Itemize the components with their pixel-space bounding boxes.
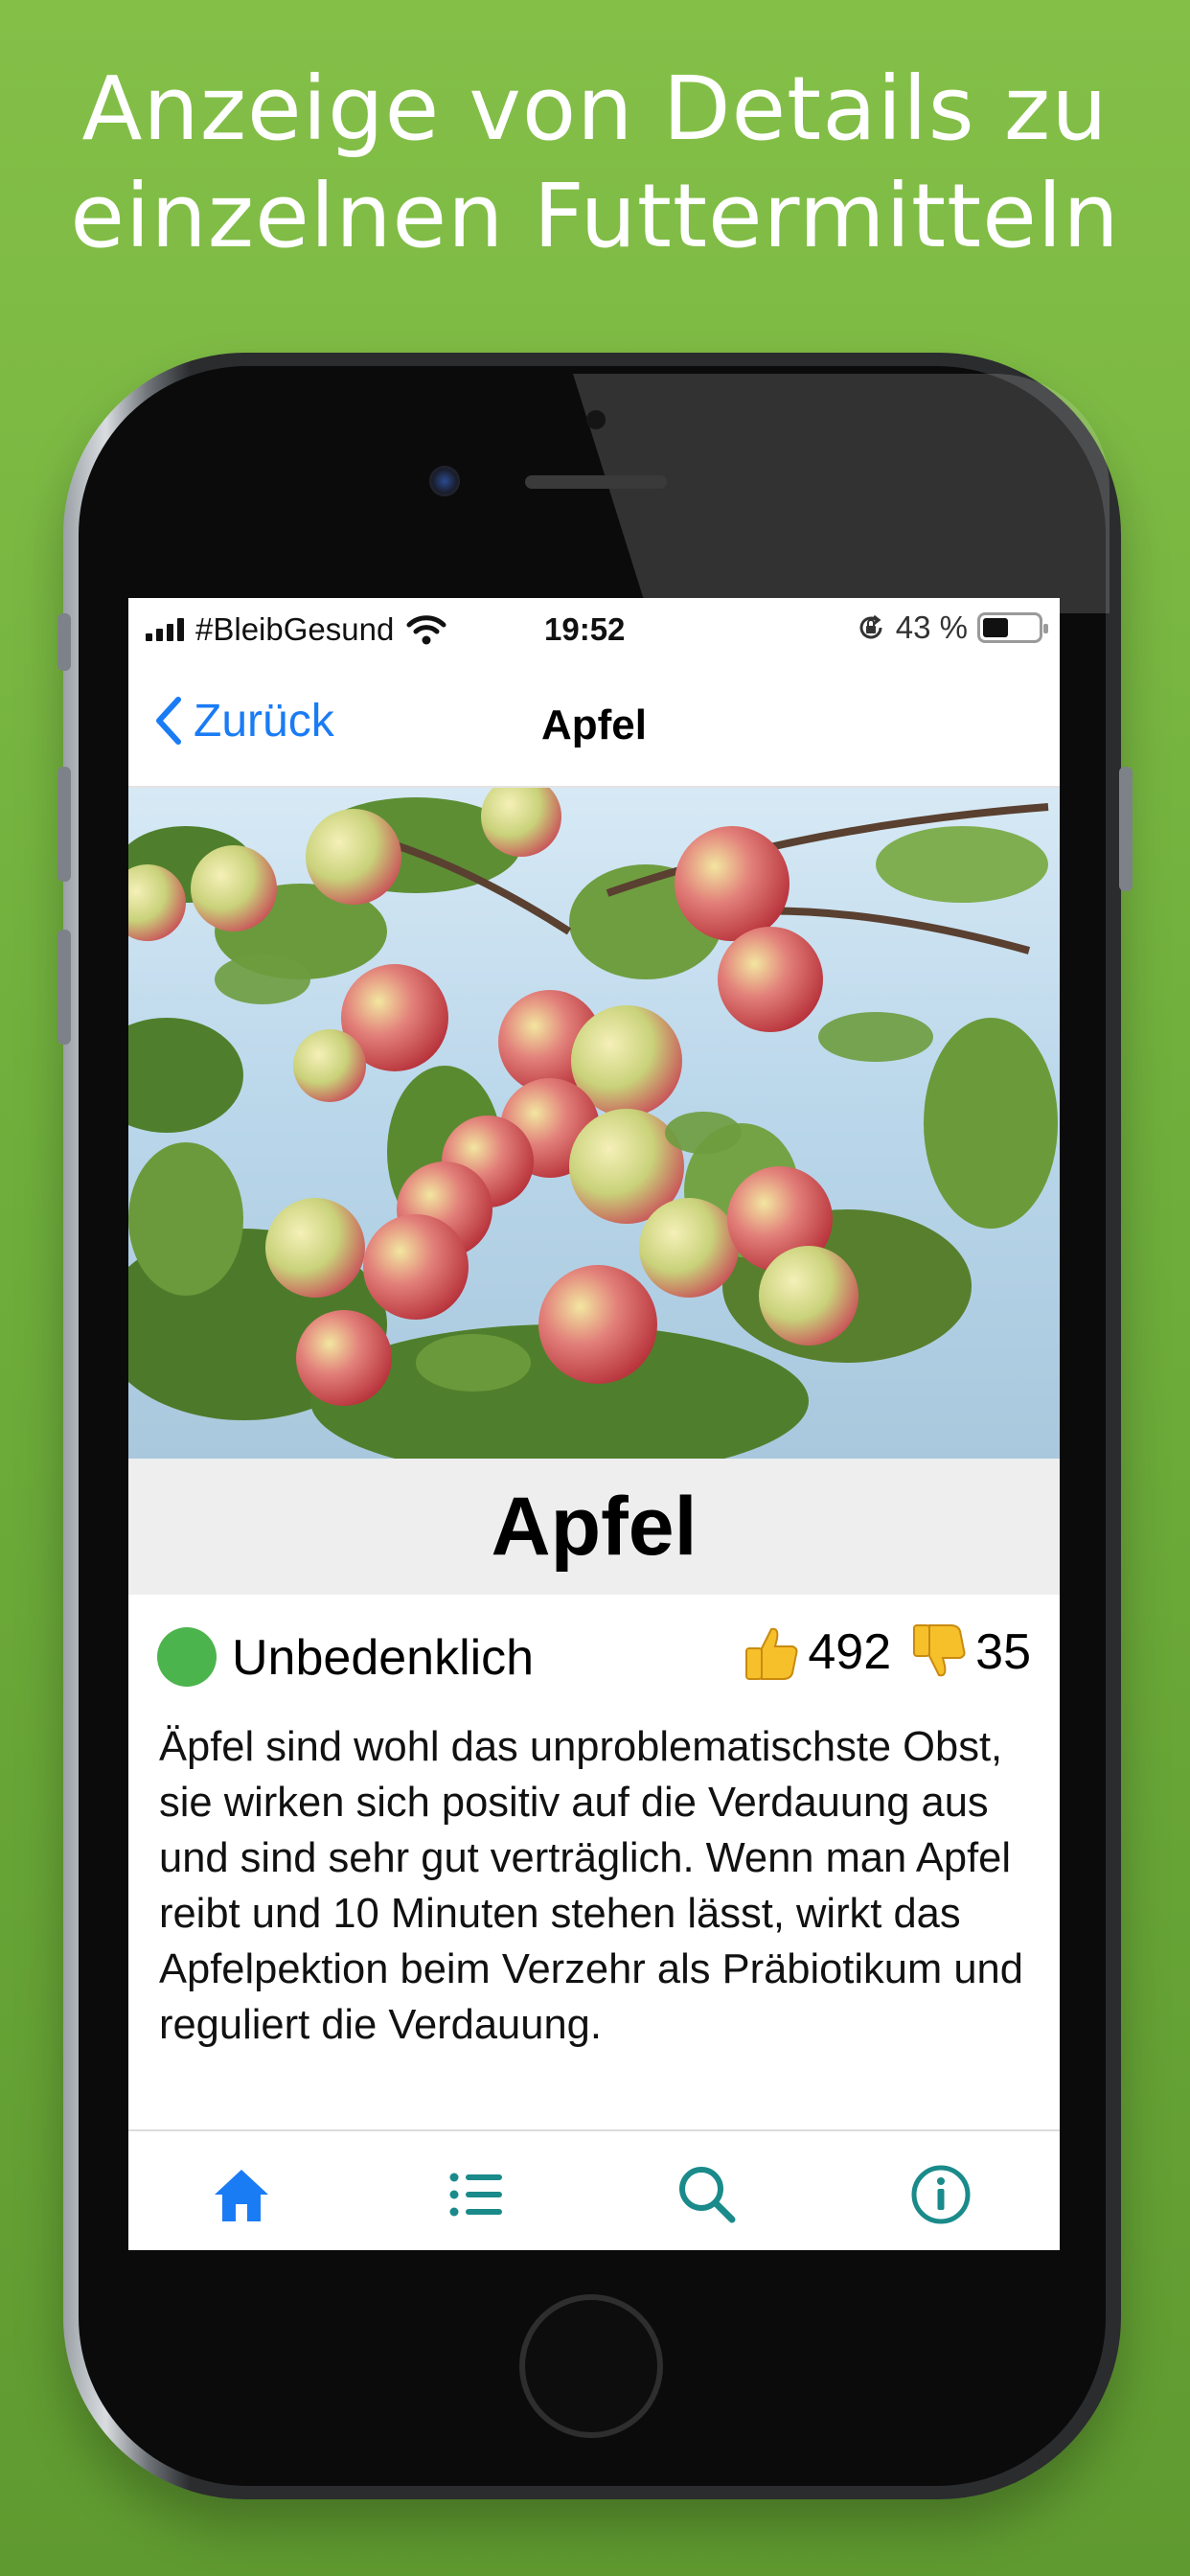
- volume-up-button: [57, 767, 71, 882]
- earpiece-speaker: [525, 475, 667, 489]
- thumbs-down-icon: [913, 1624, 966, 1677]
- tab-info[interactable]: [906, 2160, 975, 2229]
- rating-row: Unbedenklich 492 35: [128, 1595, 1060, 1710]
- food-title-bar: Apfel: [128, 1459, 1060, 1595]
- like-button[interactable]: 492: [741, 1622, 891, 1683]
- headline-line-1: Anzeige von Details zu: [81, 58, 1109, 160]
- navigation-bar: Zurück Apfel: [128, 661, 1060, 788]
- proximity-sensor: [586, 410, 606, 429]
- power-button: [1119, 767, 1133, 891]
- battery-percentage: 43 %: [895, 610, 968, 645]
- status-bar: #BleibGesund 19:52 43 %: [128, 598, 1060, 661]
- search-icon: [679, 2167, 736, 2223]
- apple-tree-illustration: [128, 788, 1058, 1459]
- signal-icon: [146, 618, 184, 641]
- tab-list[interactable]: [441, 2160, 510, 2229]
- front-camera: [429, 466, 460, 496]
- tab-search[interactable]: [673, 2160, 742, 2229]
- dislike-count: 35: [975, 1624, 1031, 1680]
- volume-down-button: [57, 930, 71, 1045]
- status-time: 19:52: [544, 611, 626, 647]
- tab-home[interactable]: [207, 2160, 276, 2229]
- food-name: Apfel: [491, 1481, 698, 1573]
- status-label: Unbedenklich: [232, 1630, 535, 1686]
- votes: 492 35: [741, 1622, 1031, 1683]
- screen-glare: [573, 374, 1110, 613]
- mute-switch: [57, 613, 71, 671]
- list-icon: [449, 2173, 502, 2217]
- food-image: [128, 788, 1060, 1459]
- home-button[interactable]: [519, 2294, 663, 2438]
- battery-icon: [977, 612, 1048, 643]
- orientation-lock-icon: [859, 614, 882, 639]
- app-screen: #BleibGesund 19:52 43 % Zurück Apfel Apf…: [128, 598, 1060, 2250]
- wifi-icon: [406, 615, 446, 645]
- promo-headline: Anzeige von Details zu einzelnen Futterm…: [0, 56, 1190, 270]
- like-count: 492: [808, 1624, 892, 1680]
- headline-line-2: einzelnen Futtermitteln: [70, 165, 1120, 267]
- thumbs-up-icon: [745, 1627, 798, 1680]
- dislike-button[interactable]: 35: [908, 1622, 1031, 1683]
- info-icon: [911, 2165, 971, 2224]
- carrier-name: #BleibGesund: [195, 611, 395, 647]
- tab-bar: [128, 2129, 1060, 2250]
- home-icon: [215, 2170, 268, 2221]
- status-indicator-dot: [157, 1627, 217, 1687]
- food-description: Äpfel sind wohl das unproblematischste O…: [159, 1724, 1023, 2048]
- nav-title: Apfel: [541, 702, 647, 748]
